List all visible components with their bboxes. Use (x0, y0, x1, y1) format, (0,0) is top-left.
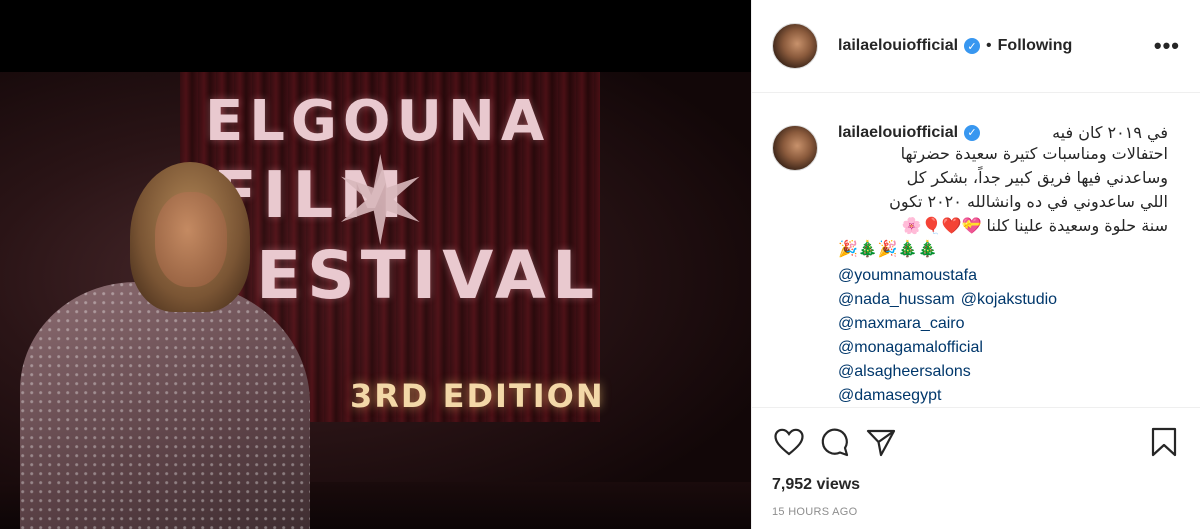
tag-row: @nada_hussam @kojakstudio (838, 288, 1168, 312)
sequin-dress (20, 282, 310, 529)
tag-row: @youmnamoustafa (838, 264, 1168, 288)
caption-line: وساعدني فيها فريق كبير جداً، بشكر كل (906, 168, 1168, 187)
caption-emoji-line: 🎉🎄🎉🎄🎄 (838, 241, 938, 258)
face (155, 192, 227, 287)
view-count[interactable]: 7,952 views (772, 476, 1181, 494)
avatar[interactable] (772, 23, 818, 69)
tagged-accounts: @youmnamoustafa @nada_hussam @kojakstudio… (838, 264, 1168, 406)
header-username[interactable]: lailaelouiofficial (838, 37, 958, 55)
tag-link[interactable]: @damasegypt (838, 384, 1168, 406)
following-button[interactable]: Following (998, 37, 1073, 55)
caption-body: lailaelouiofficial ✓ في ٢٠١٩ كان فيه احت… (838, 123, 1168, 406)
caption: lailaelouiofficial ✓ في ٢٠١٩ كان فيه احت… (772, 123, 1180, 406)
post-actions: 7,952 views 15 HOURS AGO (752, 407, 1200, 518)
tag-row: @monagamalofficial (838, 336, 1168, 360)
post-media[interactable]: ELGOUNA FILM FESTIVAL ✶ 3RD EDITION (0, 0, 751, 529)
post-photo[interactable]: ELGOUNA FILM FESTIVAL ✶ 3RD EDITION (0, 72, 751, 529)
share-icon[interactable] (864, 425, 898, 459)
tag-row: @maxmara_cairo (838, 312, 1168, 336)
bookmark-icon[interactable] (1147, 425, 1181, 459)
tag-link[interactable]: @nada_hussam (838, 288, 955, 312)
tag-link[interactable]: @alsagheersalons (838, 360, 1168, 384)
caption-line: اللي ساعدوني في ده وانشالله ٢٠٢٠ تكون (889, 192, 1168, 211)
caption-head: lailaelouiofficial ✓ في ٢٠١٩ كان فيه (838, 123, 1168, 142)
tag-row: @alsagheersalons (838, 360, 1168, 384)
caption-avatar[interactable] (772, 125, 818, 171)
tag-link[interactable]: @youmnamoustafa (838, 264, 1168, 288)
comment-icon[interactable] (818, 425, 852, 459)
comments-section[interactable]: lailaelouiofficial ✓ في ٢٠١٩ كان فيه احت… (752, 93, 1200, 406)
tag-row: @damasegypt (838, 384, 1168, 406)
sign-edition: 3RD EDITION (350, 377, 605, 415)
caption-first-line: في ٢٠١٩ كان فيه (1052, 123, 1168, 142)
post-timestamp[interactable]: 15 HOURS AGO (772, 506, 1181, 518)
more-options-icon[interactable]: ••• (1154, 33, 1180, 59)
starfish-logo-icon: ✶ (330, 135, 431, 269)
post-side-panel: lailaelouiofficial ✓ • Following ••• lai… (751, 0, 1200, 529)
instagram-post-modal: ELGOUNA FILM FESTIVAL ✶ 3RD EDITION lail… (0, 0, 1200, 529)
action-icons (772, 422, 1181, 462)
caption-username[interactable]: lailaelouiofficial (838, 124, 958, 142)
post-header: lailaelouiofficial ✓ • Following ••• (752, 0, 1200, 93)
caption-line: سنة حلوة وسعيدة علينا كلنا 💝❤️🎈🌸 (901, 216, 1168, 235)
verified-badge-icon: ✓ (964, 38, 981, 54)
tag-link[interactable]: @maxmara_cairo (838, 312, 1168, 336)
verified-badge-icon: ✓ (964, 124, 981, 141)
heart-icon[interactable] (772, 425, 806, 459)
caption-line: احتفالات ومناسبات كتيرة سعيدة حضرتها (900, 144, 1168, 163)
separator-dot: • (986, 37, 992, 54)
tag-link[interactable]: @kojakstudio (961, 288, 1057, 312)
tag-link[interactable]: @monagamalofficial (838, 336, 1168, 360)
woman-figure (20, 162, 310, 529)
